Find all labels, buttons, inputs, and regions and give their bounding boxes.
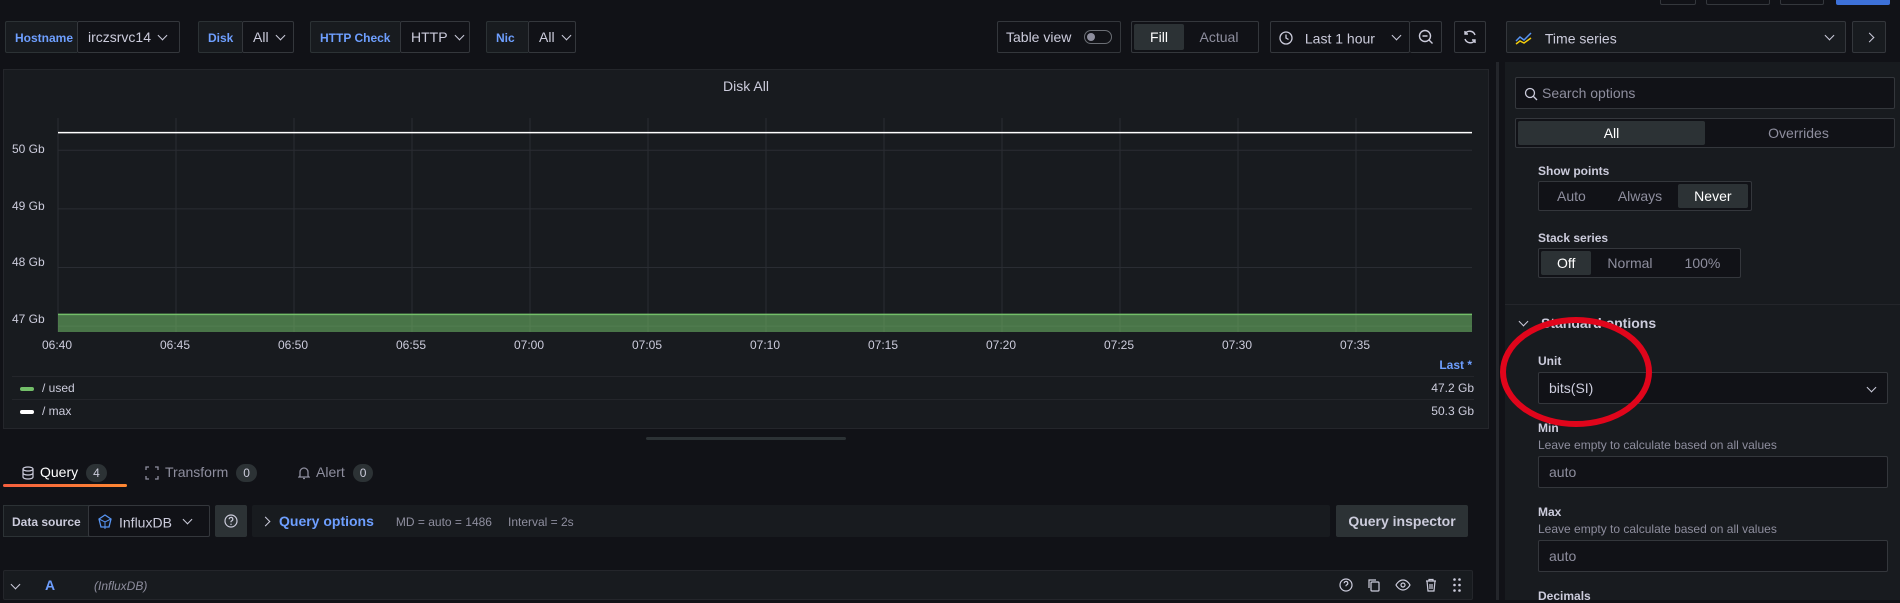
chevron-down-icon xyxy=(10,579,21,590)
search-icon xyxy=(1524,87,1538,101)
stack-series-off[interactable]: Off xyxy=(1541,251,1592,275)
max-input[interactable]: auto xyxy=(1538,540,1888,572)
data-source-label: Data source xyxy=(3,505,90,537)
panel-resize-handle[interactable] xyxy=(646,437,846,440)
influxdb-icon xyxy=(98,514,112,530)
legend-header[interactable]: Last * xyxy=(1400,358,1472,372)
query-a-header[interactable]: A (InfluxDB) xyxy=(3,570,1473,600)
data-source-name: InfluxDB xyxy=(119,514,172,531)
min-placeholder: auto xyxy=(1549,464,1577,480)
tab-label: Query xyxy=(40,464,79,480)
x-tick-label: 07:10 xyxy=(749,338,781,352)
data-source-help-button[interactable] xyxy=(215,505,247,537)
series-area-used xyxy=(58,314,1472,332)
query-options-bar[interactable]: Query options MD = auto = 1486 Interval = … xyxy=(252,505,1330,537)
tab-all[interactable]: All xyxy=(1518,121,1705,145)
search-options-input[interactable]: Search options xyxy=(1515,77,1895,109)
transform-icon xyxy=(145,466,159,480)
tab-overrides[interactable]: Overrides xyxy=(1705,121,1892,145)
x-tick-label: 07:15 xyxy=(867,338,899,352)
stack-series-normal[interactable]: Normal xyxy=(1591,251,1668,275)
show-points-auto[interactable]: Auto xyxy=(1541,184,1602,208)
max-label: Max xyxy=(1538,505,1562,519)
data-source-picker[interactable]: InfluxDB xyxy=(88,505,210,537)
chevron-right-icon xyxy=(260,516,271,527)
min-input[interactable]: auto xyxy=(1538,456,1888,488)
tab-count: 0 xyxy=(236,464,257,482)
show-points-label: Show points xyxy=(1538,164,1610,178)
x-tick-label: 06:45 xyxy=(159,338,191,352)
query-source: (InfluxDB) xyxy=(94,579,148,593)
query-ref-id: A xyxy=(45,577,56,593)
x-tick-label: 06:50 xyxy=(277,338,309,352)
stack-series-radio: Off Normal 100% xyxy=(1538,248,1741,278)
tab-alert[interactable]: Alert 0 xyxy=(297,460,374,484)
drag-handle-icon[interactable] xyxy=(1452,577,1462,593)
max-description: Leave empty to calculate based on all va… xyxy=(1538,522,1777,536)
query-options-label: Query options xyxy=(279,513,374,529)
x-tick-label: 07:30 xyxy=(1221,338,1253,352)
legend-name: / max xyxy=(42,404,72,418)
options-tabs: All Overrides xyxy=(1515,118,1895,148)
stack-series-label: Stack series xyxy=(1538,231,1609,245)
x-tick-label: 07:25 xyxy=(1103,338,1135,352)
min-description: Leave empty to calculate based on all va… xyxy=(1538,438,1777,452)
query-interval: Interval = 2s xyxy=(507,515,574,529)
database-icon xyxy=(22,466,34,480)
x-tick-label: 06:40 xyxy=(41,338,73,352)
y-tick-label: 48 Gb xyxy=(12,255,45,269)
stack-series-100[interactable]: 100% xyxy=(1669,251,1737,275)
legend-name: / used xyxy=(42,381,75,395)
legend-item-used[interactable]: / used 47.2 Gb xyxy=(12,376,1474,399)
chevron-down-icon xyxy=(182,514,193,525)
tab-count: 4 xyxy=(86,464,107,482)
annotation-circle xyxy=(1500,317,1652,427)
legend-swatch xyxy=(20,386,34,391)
x-tick-label: 07:05 xyxy=(631,338,663,352)
legend-item-max[interactable]: / max 50.3 Gb xyxy=(12,399,1474,422)
search-placeholder: Search options xyxy=(1542,85,1636,101)
tab-label: Transform xyxy=(165,464,229,480)
eye-icon[interactable] xyxy=(1395,579,1411,591)
help-icon[interactable] xyxy=(1339,578,1353,592)
show-points-radio: Auto Always Never xyxy=(1538,181,1752,211)
chevron-down-icon xyxy=(1866,382,1877,393)
trash-icon[interactable] xyxy=(1424,578,1438,592)
legend-value: 50.3 Gb xyxy=(1431,404,1474,418)
x-tick-label: 07:35 xyxy=(1339,338,1371,352)
max-placeholder: auto xyxy=(1549,548,1577,564)
section-divider xyxy=(1505,304,1900,305)
legend-value: 47.2 Gb xyxy=(1431,381,1474,395)
x-tick-label: 06:55 xyxy=(395,338,427,352)
query-md: MD = auto = 1486 xyxy=(395,515,492,529)
question-circle-icon xyxy=(224,514,238,528)
duplicate-icon[interactable] xyxy=(1367,578,1381,592)
tab-count: 0 xyxy=(352,464,374,482)
tab-label: Alert xyxy=(316,464,345,480)
tab-transform[interactable]: Transform 0 xyxy=(145,460,257,484)
x-tick-label: 07:20 xyxy=(985,338,1017,352)
query-inspector-button[interactable]: Query inspector xyxy=(1336,505,1468,537)
show-points-never[interactable]: Never xyxy=(1678,184,1748,208)
y-tick-label: 49 Gb xyxy=(12,199,45,213)
tab-query[interactable]: Query 4 xyxy=(22,460,107,484)
tab-query-underline xyxy=(3,484,127,487)
y-tick-label: 47 Gb xyxy=(12,312,45,326)
show-points-always[interactable]: Always xyxy=(1602,184,1678,208)
bell-icon xyxy=(297,467,311,480)
x-tick-label: 07:00 xyxy=(513,338,545,352)
legend-swatch xyxy=(20,409,34,414)
y-tick-label: 50 Gb xyxy=(12,142,45,156)
decimals-label: Decimals xyxy=(1538,589,1591,603)
